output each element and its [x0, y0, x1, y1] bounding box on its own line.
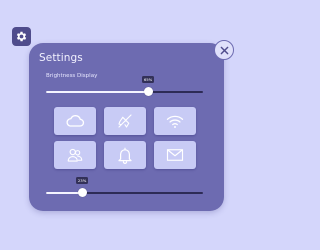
wifi-toggle[interactable] — [154, 107, 196, 135]
panel-title: Settings — [39, 52, 83, 64]
airplane-icon — [116, 112, 134, 130]
contacts-icon — [66, 146, 84, 164]
close-icon — [220, 46, 229, 55]
secondary-slider-handle[interactable] — [77, 188, 87, 197]
settings-gear-button[interactable] — [12, 27, 31, 46]
mail-toggle[interactable] — [154, 141, 196, 169]
brightness-value-tooltip: 65% — [142, 76, 155, 83]
brightness-label: Brightness Display — [46, 73, 98, 79]
secondary-slider-fill — [46, 192, 83, 194]
airplane-mode-toggle[interactable] — [104, 107, 146, 135]
wifi-icon — [166, 114, 184, 129]
cloud-toggle[interactable] — [54, 107, 96, 135]
secondary-slider[interactable]: 23% — [46, 177, 203, 199]
gear-icon — [15, 30, 28, 43]
brightness-slider[interactable]: 65% — [46, 76, 203, 98]
brightness-slider-handle[interactable] — [143, 87, 153, 96]
quick-toggle-grid — [54, 107, 196, 169]
bell-icon — [117, 146, 133, 164]
notifications-toggle[interactable] — [104, 141, 146, 169]
mail-icon — [166, 148, 184, 162]
brightness-slider-fill — [46, 91, 149, 93]
contacts-toggle[interactable] — [54, 141, 96, 169]
secondary-value-tooltip: 23% — [76, 177, 89, 184]
close-button[interactable] — [214, 40, 234, 60]
cloud-icon — [65, 114, 85, 128]
